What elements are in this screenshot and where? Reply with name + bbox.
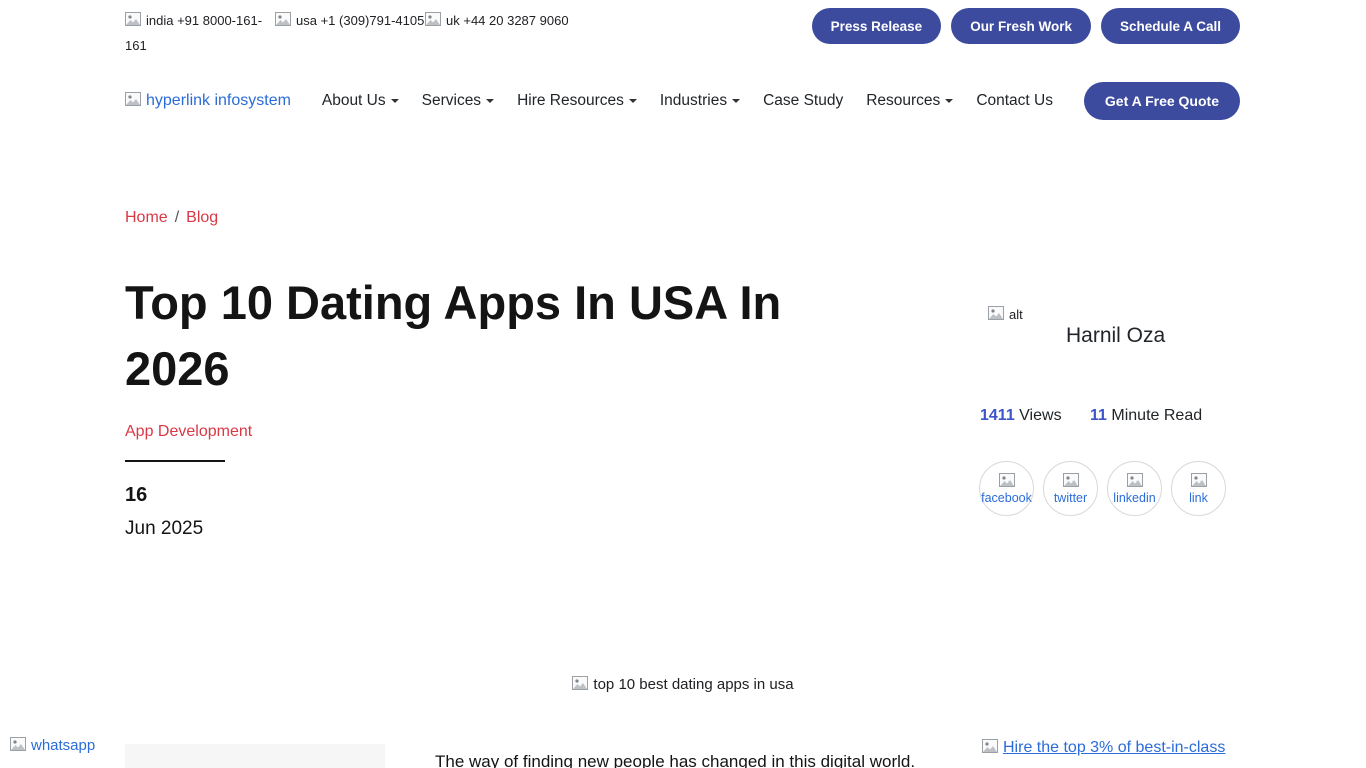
phone-india[interactable]: india +91 8000-161-161 xyxy=(125,8,275,58)
phone-uk[interactable]: uk +44 20 3287 9060 xyxy=(425,8,569,33)
author-stats: 1411 Views 11 Minute Read xyxy=(980,407,1202,425)
table-of-contents-box xyxy=(125,744,385,768)
read-time-label: Minute Read xyxy=(1111,407,1202,424)
phone-usa[interactable]: usa +1 (309)791-4105 xyxy=(275,8,425,33)
whatsapp-share-button[interactable]: whatsapp xyxy=(10,737,95,754)
views-count: 1411 xyxy=(980,407,1015,424)
article-intro-paragraph: The way of finding new people has change… xyxy=(435,749,935,768)
nav-item-hire-resources[interactable]: Hire Resources xyxy=(517,92,637,110)
page-title: Top 10 Dating Apps In USA In 2026 xyxy=(125,270,885,402)
hero-image-placeholder: top 10 best dating apps in usa xyxy=(0,676,1366,693)
usa-flag-icon: usa xyxy=(275,13,317,28)
title-divider xyxy=(125,460,225,462)
whatsapp-icon xyxy=(10,737,26,753)
broken-image-icon xyxy=(988,306,1004,322)
breadcrumb: Home / Blog xyxy=(125,209,218,227)
nav-item-resources[interactable]: Resources xyxy=(866,92,953,110)
author-avatar: alt xyxy=(988,306,1023,322)
uk-flag-icon: uk xyxy=(425,13,460,28)
logo-alt-text: hyperlink infosystem xyxy=(146,92,291,109)
broken-image-icon xyxy=(125,11,141,27)
india-flag-icon: india xyxy=(125,13,173,28)
breadcrumb-separator: / xyxy=(175,209,179,226)
hero-image-alt: top 10 best dating apps in usa xyxy=(593,676,793,693)
phone-list: india +91 8000-161-161 usa +1 (309)791-4… xyxy=(125,8,569,58)
link-icon xyxy=(1191,473,1207,489)
twitter-icon xyxy=(1063,473,1079,489)
chevron-down-icon xyxy=(629,99,637,103)
main-navbar: hyperlink infosystem About Us Services H… xyxy=(125,76,1240,126)
breadcrumb-blog-link[interactable]: Blog xyxy=(186,209,218,226)
top-contact-bar: india +91 8000-161-161 usa +1 (309)791-4… xyxy=(125,8,1240,58)
get-a-free-quote-button[interactable]: Get A Free Quote xyxy=(1084,82,1240,120)
copy-link-button[interactable]: link xyxy=(1171,461,1226,516)
nav-item-about-us[interactable]: About Us xyxy=(322,92,399,110)
logo-link[interactable]: hyperlink infosystem xyxy=(125,92,291,110)
hire-banner-alt: Hire the top 3% of best-in-class xyxy=(1003,739,1225,756)
publish-date-day: 16 xyxy=(125,484,203,507)
linkedin-share-button[interactable]: linkedin xyxy=(1107,461,1162,516)
hire-banner-link[interactable]: Hire the top 3% of best-in-class xyxy=(982,739,1232,757)
press-release-button[interactable]: Press Release xyxy=(812,8,942,44)
twitter-share-button[interactable]: twitter xyxy=(1043,461,1098,516)
broken-image-icon xyxy=(275,11,291,27)
nav-item-services[interactable]: Services xyxy=(422,92,494,110)
top-buttons: Press Release Our Fresh Work Schedule A … xyxy=(812,8,1240,44)
author-name: Harnil Oza xyxy=(1066,324,1165,348)
nav-item-industries[interactable]: Industries xyxy=(660,92,740,110)
chevron-down-icon xyxy=(945,99,953,103)
schedule-a-call-button[interactable]: Schedule A Call xyxy=(1101,8,1240,44)
nav-item-case-study[interactable]: Case Study xyxy=(763,92,843,110)
publish-date-month-year: Jun 2025 xyxy=(125,518,203,540)
chevron-down-icon xyxy=(486,99,494,103)
nav-menu: About Us Services Hire Resources Industr… xyxy=(322,92,1053,110)
breadcrumb-home-link[interactable]: Home xyxy=(125,209,168,226)
broken-image-icon xyxy=(425,11,441,27)
nav-item-contact-us[interactable]: Contact Us xyxy=(976,92,1053,110)
blog-page: india +91 8000-161-161 usa +1 (309)791-4… xyxy=(0,0,1366,768)
our-fresh-work-button[interactable]: Our Fresh Work xyxy=(951,8,1091,44)
author-avatar-alt: alt xyxy=(1009,307,1023,322)
category-link[interactable]: App Development xyxy=(125,423,252,441)
read-time-count: 11 xyxy=(1090,407,1107,424)
publish-date: 16 Jun 2025 xyxy=(125,484,203,540)
chevron-down-icon xyxy=(391,99,399,103)
broken-image-icon xyxy=(125,92,141,108)
facebook-share-button[interactable]: facebook xyxy=(979,461,1034,516)
phone-number-usa: +1 (309)791-4105 xyxy=(321,13,425,28)
chevron-down-icon xyxy=(732,99,740,103)
phone-number-uk: +44 20 3287 9060 xyxy=(463,13,568,28)
facebook-icon xyxy=(999,473,1015,489)
social-share-buttons: facebook twitter linkedin link xyxy=(979,461,1226,516)
views-label: Views xyxy=(1019,407,1061,424)
linkedin-icon xyxy=(1127,473,1143,489)
broken-image-icon xyxy=(982,739,998,755)
broken-image-icon xyxy=(572,676,588,692)
whatsapp-alt: whatsapp xyxy=(31,737,95,754)
